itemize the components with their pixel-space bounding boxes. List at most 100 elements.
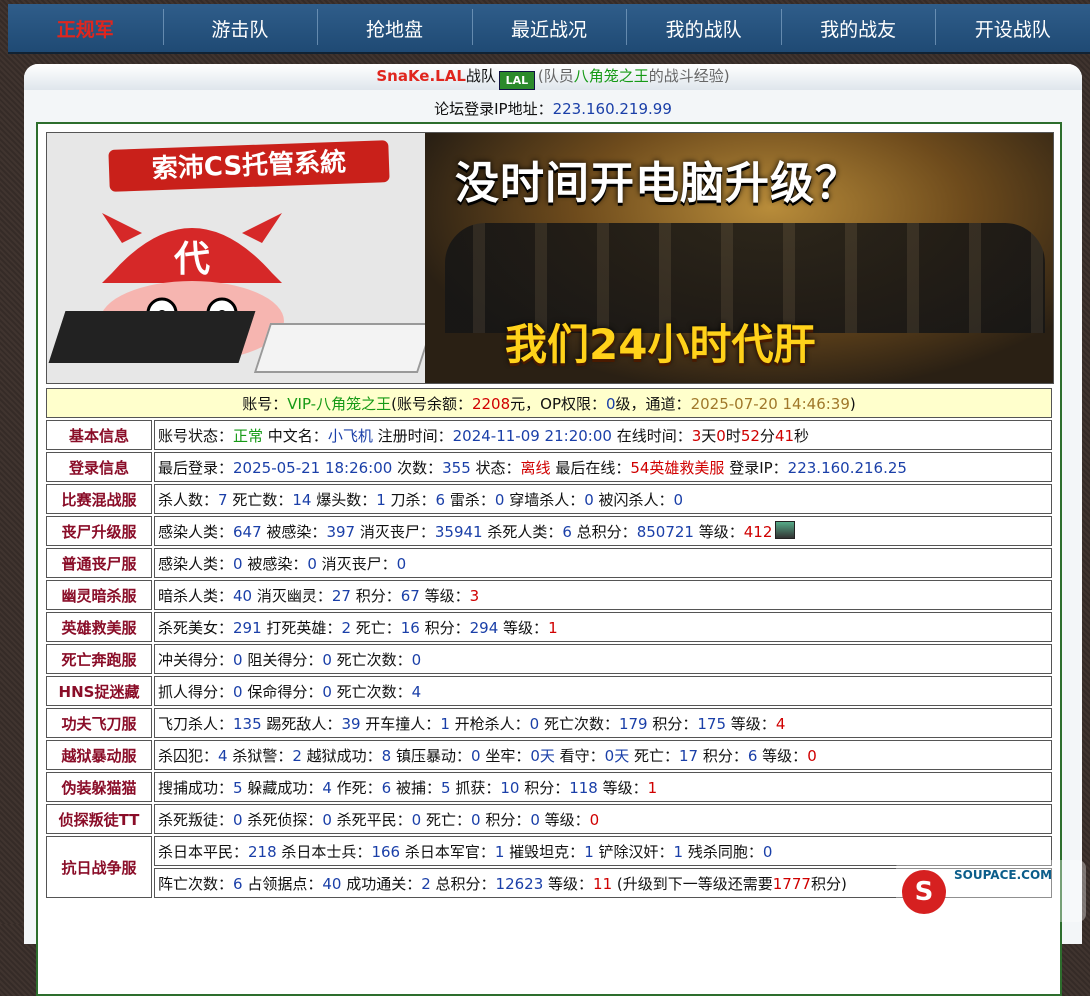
stat-label: 刀杀： — [385, 490, 436, 509]
stat-value: 4 — [218, 746, 228, 765]
stat-value: 166 — [371, 842, 401, 861]
row-values: 杀死叛徒：0 杀死侦探：0 杀死平民：0 死亡：0 积分：0 等级：0 — [154, 804, 1052, 834]
stat-label: 抓人得分： — [158, 682, 234, 701]
nav-item[interactable]: 正规军 — [8, 15, 163, 42]
stat-value: 16 — [400, 618, 420, 637]
row-values: 搜捕成功：5 躲藏成功：4 作死：6 被捕：5 抓获：10 积分：118 等级：… — [154, 772, 1052, 802]
stat-value: 0 — [494, 490, 505, 509]
banner-left-title: 索沛CS托管系統 — [108, 140, 390, 192]
stat-value: 67 — [400, 586, 420, 605]
stat-label: 死亡数： — [227, 490, 293, 509]
stat-value: 0 — [762, 842, 773, 861]
stat-value: 4 — [775, 714, 786, 733]
clan-badge-icon: LAL — [498, 71, 535, 90]
banner-subline: 我们24小时代肝 — [505, 320, 816, 369]
stat-label: 次数： — [392, 458, 443, 477]
stat-label: 死亡： — [421, 810, 471, 829]
nav-item[interactable]: 最近战况 — [471, 8, 627, 45]
member-name-link[interactable]: 八角笼之王 — [574, 67, 649, 85]
stat-value: 12623 — [495, 874, 544, 893]
stat-value: 1 — [440, 714, 450, 733]
row-label: 越狱暴动服 — [46, 740, 152, 770]
stat-label: 天 — [701, 426, 717, 445]
stat-label: 积分： — [698, 746, 748, 765]
row-values: 感染人类：0 被感染：0 消灭丧尸：0 — [154, 548, 1052, 578]
account-summary: 账号：VIP-八角笼之王(账号余额：2208元，OP权限：0级，通道：2025-… — [46, 388, 1052, 418]
account-row: 账号：VIP-八角笼之王(账号余额：2208元，OP权限：0级，通道：2025-… — [46, 388, 1052, 418]
stat-value: 小飞机 — [327, 426, 373, 445]
row-values: 杀囚犯：4 杀狱警：2 越狱成功：8 镇压暴动：0 坐牢：0天 看守：0天 死亡… — [154, 740, 1052, 770]
stat-label: 杀死平民： — [331, 810, 412, 829]
stat-value: 35941 — [434, 522, 483, 541]
stat-value: 3 — [691, 426, 702, 445]
stat-label: 死亡次数： — [331, 682, 412, 701]
ad-banner[interactable]: 索沛CS托管系統 代 没时间开电脑升级？ 我们24小时代肝 — [46, 132, 1054, 384]
stat-label: 死亡： — [629, 746, 679, 765]
stat-value: 27 — [331, 586, 351, 605]
row-label: 侦探叛徒TT — [46, 804, 152, 834]
nav-item[interactable]: 开设战队 — [935, 8, 1090, 45]
stat-label: 总积分： — [571, 522, 637, 541]
op-value: 0 — [606, 394, 616, 413]
stat-value: 355 — [442, 458, 471, 477]
stat-label: 消灭幽灵： — [252, 586, 332, 605]
row-label: 幽灵暗杀服 — [46, 580, 152, 610]
profile-card: SnaKe.LAL战队 LAL (队员八角笼之王的战斗经验) 论坛登录IP地址：22… — [24, 64, 1082, 996]
row-values: 冲关得分：0 阻关得分：0 死亡次数：0 — [154, 644, 1052, 674]
stat-value: 412 — [743, 522, 773, 541]
stat-label: 爆头数： — [311, 490, 377, 509]
stat-value: 0 — [529, 714, 540, 733]
stats-row: 伪装躲猫猫 搜捕成功：5 躲藏成功：4 作死：6 被捕：5 抓获：10 积分：11… — [46, 772, 1052, 802]
stat-label: 开枪杀人： — [449, 714, 530, 733]
stat-label: 中文名： — [263, 426, 328, 445]
stat-value: 2 — [421, 874, 431, 893]
stat-label: 占领据点： — [242, 874, 323, 893]
nav-item[interactable]: 游击队 — [162, 8, 318, 45]
member-prefix: (队员 — [537, 67, 574, 85]
stat-label: 打死英雄： — [261, 618, 342, 637]
balance-value: 2208 — [471, 394, 511, 413]
forum-ip-value: 223.160.219.99 — [552, 100, 672, 118]
forum-ip-label: 论坛登录IP地址： — [434, 100, 553, 118]
watermark-emblem: S — [902, 870, 946, 914]
stat-label: 积分： — [419, 618, 470, 637]
stat-label: 消灭丧尸： — [316, 554, 397, 573]
account-name: VIP-八角笼之王 — [287, 394, 392, 413]
stats-row: 死亡奔跑服 冲关得分：0 阻关得分：0 死亡次数：0 — [46, 644, 1052, 674]
row-label: 死亡奔跑服 — [46, 644, 152, 674]
stat-label: 杀狱警： — [227, 746, 293, 765]
stat-value: 0 — [233, 554, 243, 573]
stat-value: 1 — [584, 842, 594, 861]
stat-value: 0 — [530, 810, 540, 829]
stat-value: 0 — [471, 810, 481, 829]
stat-value: 118 — [569, 778, 598, 797]
team-header: SnaKe.LAL战队 LAL (队员八角笼之王的战斗经验) — [24, 64, 1082, 90]
stat-value: 3 — [469, 586, 480, 605]
stat-value: 41 — [774, 426, 795, 445]
stats-row: HNS捉迷藏 抓人得分：0 保命得分：0 死亡次数：4 — [46, 676, 1052, 706]
stat-value: 0 — [411, 650, 422, 669]
account-label: 账号： — [242, 394, 288, 413]
stats-row: 侦探叛徒TT 杀死叛徒：0 杀死侦探：0 杀死平民：0 死亡：0 积分：0 等级：… — [46, 804, 1052, 834]
stat-label: 等级： — [726, 714, 776, 733]
stats-row: 丧尸升级服 感染人类：647 被感染：397 消灭丧尸：35941 杀死人类：6 … — [46, 516, 1052, 546]
stat-value: 7 — [218, 490, 228, 509]
nav-item[interactable]: 抢地盘 — [317, 8, 472, 45]
stat-value: 0 — [307, 554, 317, 573]
stat-label: 被感染： — [242, 554, 308, 573]
stat-label: 阵亡次数： — [158, 874, 234, 893]
stat-label: 杀日本军官： — [400, 842, 495, 861]
stat-label: 积分： — [350, 586, 401, 605]
stat-value: 0 — [589, 810, 600, 829]
row-label: 基本信息 — [46, 420, 152, 450]
stat-label: 最后登录： — [158, 458, 234, 477]
stat-label: 雷杀： — [445, 490, 495, 509]
stat-value: 179 — [618, 714, 648, 733]
nav-item[interactable]: 我的战友 — [780, 8, 936, 45]
clan-name-link[interactable]: SnaKe.LAL — [376, 67, 466, 85]
channel-label: 级，通道： — [615, 394, 691, 413]
stats-row: 登录信息 最后登录：2025-05-21 18:26:00 次数：355 状态：离… — [46, 452, 1052, 482]
nav-item[interactable]: 我的战队 — [626, 8, 781, 45]
level-badge-icon — [775, 520, 796, 539]
banner-left-panel: 索沛CS托管系統 代 — [47, 133, 435, 383]
